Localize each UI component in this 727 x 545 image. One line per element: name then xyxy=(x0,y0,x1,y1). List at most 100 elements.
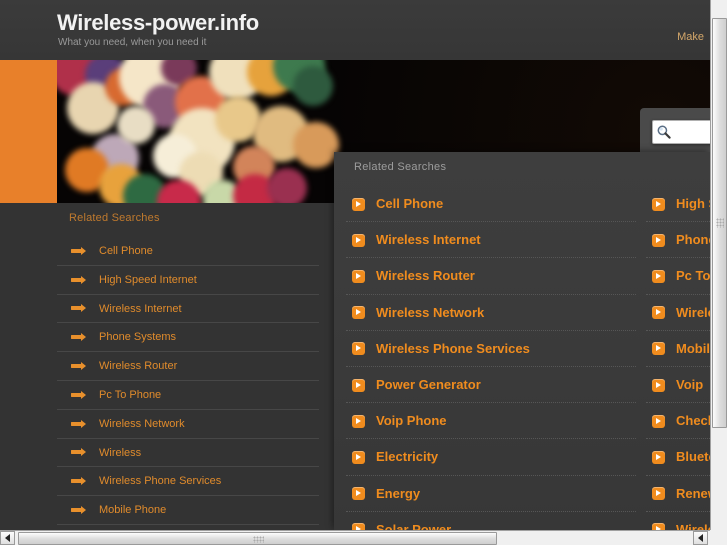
sidebar-item[interactable]: Mobile Phone xyxy=(57,496,319,525)
sidebar-item[interactable]: Phone Systems xyxy=(57,323,319,353)
related-searches-overlay: Related Searches Cell Phone Wireless Inte… xyxy=(334,152,710,530)
sidebar-item-label: High Speed Internet xyxy=(99,273,197,286)
arrow-bullet-icon xyxy=(71,448,86,457)
scrollbar-grip-icon xyxy=(716,218,724,228)
arrow-bullet-icon xyxy=(71,390,86,399)
overlay-search-link[interactable]: Bluetoo xyxy=(646,439,710,476)
overlay-search-link[interactable]: Pc To P xyxy=(646,258,710,295)
overlay-search-label: Checki xyxy=(676,413,710,429)
overlay-search-label: Bluetoo xyxy=(676,449,710,465)
overlay-search-link[interactable]: Voip Phone xyxy=(346,403,636,440)
chevron-right-icon xyxy=(352,523,365,530)
overlay-search-link[interactable]: Checki xyxy=(646,403,710,440)
arrow-bullet-icon xyxy=(71,333,86,342)
overlay-search-label: High Sp xyxy=(676,196,710,211)
overlay-search-link[interactable]: Mobile xyxy=(646,331,710,367)
overlay-search-link[interactable]: Solar Power xyxy=(346,512,636,530)
horizontal-scrollbar[interactable] xyxy=(0,530,727,545)
chevron-right-icon xyxy=(652,487,665,501)
sidebar-item[interactable]: Wireless Internet xyxy=(57,295,319,324)
overlay-search-link[interactable]: Wireles xyxy=(646,295,710,331)
overlay-search-link[interactable]: Renew xyxy=(646,476,710,512)
chevron-right-icon xyxy=(352,342,365,356)
sidebar-item-label: Mobile Phone xyxy=(99,504,167,517)
overlay-search-link[interactable]: Wireless Network xyxy=(346,295,636,331)
overlay-search-label: Voip xyxy=(676,376,704,392)
overlay-search-label: Wireless Internet xyxy=(376,232,481,248)
scroll-left-button[interactable] xyxy=(0,531,15,545)
overlay-search-link[interactable]: Electricity xyxy=(346,439,636,476)
search-icon xyxy=(657,125,671,139)
overlay-search-link[interactable]: Wireless Internet xyxy=(346,222,636,259)
browser-viewport: Wireless-power.info What you need, when … xyxy=(0,0,727,545)
make-homepage-link[interactable]: Make xyxy=(677,31,704,43)
vertical-scrollbar-thumb[interactable] xyxy=(712,18,727,428)
chevron-right-icon xyxy=(652,269,665,283)
overlay-search-label: Power Generator xyxy=(376,376,481,392)
sidebar-related-searches: Related Searches Cell Phone High Speed In… xyxy=(57,212,319,525)
search-box[interactable] xyxy=(652,120,710,144)
overlay-search-label: Renew xyxy=(676,485,710,501)
overlay-search-link[interactable]: Wireless Phone Services xyxy=(346,331,636,367)
overlay-search-link[interactable]: Cell Phone xyxy=(346,186,636,223)
overlay-search-label: Electricity xyxy=(376,449,439,465)
sidebar-item[interactable]: Pc To Phone xyxy=(57,381,319,410)
chevron-right-icon xyxy=(652,523,665,530)
overlay-search-label: Pc To P xyxy=(676,268,710,284)
overlay-search-link[interactable]: High Sp xyxy=(646,186,710,223)
chevron-right-icon xyxy=(352,450,365,464)
overlay-column-left: Cell Phone Wireless Internet Wireless Rout… xyxy=(346,186,636,530)
sidebar-item[interactable]: Wireless Router xyxy=(57,352,319,381)
banner-orange-block xyxy=(0,60,57,203)
sidebar-item[interactable]: High Speed Internet xyxy=(57,266,319,295)
chevron-right-icon xyxy=(352,306,365,320)
overlay-search-label: Wireles xyxy=(676,304,710,320)
vertical-scrollbar[interactable] xyxy=(710,0,727,530)
sidebar-item[interactable]: Wireless Phone Services xyxy=(57,467,319,497)
overlay-search-label: Voip Phone xyxy=(376,413,447,429)
page-title: Wireless-power.info xyxy=(57,10,259,35)
overlay-search-link[interactable]: Wireless Router xyxy=(346,258,636,295)
chevron-right-icon xyxy=(352,197,365,211)
arrow-bullet-icon xyxy=(71,275,86,284)
overlay-search-link[interactable]: Phone xyxy=(646,222,710,259)
overlay-search-label: Wireless Network xyxy=(376,304,485,320)
scrollbar-grip-icon xyxy=(252,536,264,543)
overlay-search-link[interactable]: Power Generator xyxy=(346,367,636,404)
sidebar-list: Cell Phone High Speed Internet Wireless In… xyxy=(57,237,319,525)
arrow-bullet-icon xyxy=(71,506,86,515)
chevron-right-icon xyxy=(352,487,365,501)
chevron-right-icon xyxy=(652,197,665,211)
chevron-right-icon xyxy=(352,233,365,247)
triangle-left-icon xyxy=(4,534,10,542)
overlay-search-label: Wireless Phone Services xyxy=(376,340,530,356)
sidebar-item-label: Wireless Network xyxy=(99,417,185,430)
overlay-search-link[interactable]: Energy xyxy=(346,476,636,512)
overlay-column-right: High Sp Phone Pc To P Wireles Mobile Voip Ch… xyxy=(646,186,710,530)
sidebar-item[interactable]: Wireless Network xyxy=(57,410,319,439)
chevron-right-icon xyxy=(652,306,665,320)
chevron-right-icon xyxy=(352,378,365,392)
overlay-search-label: Wireless Router xyxy=(376,268,475,284)
overlay-heading: Related Searches xyxy=(354,161,447,173)
search-input[interactable] xyxy=(675,126,710,138)
sidebar-item-label: Pc To Phone xyxy=(99,388,162,401)
scroll-left-button-right-pair[interactable] xyxy=(693,531,708,545)
horizontal-scrollbar-thumb[interactable] xyxy=(18,532,497,545)
arrow-bullet-icon xyxy=(71,477,86,486)
sidebar-item-label: Phone Systems xyxy=(99,331,177,344)
sidebar-item[interactable]: Cell Phone xyxy=(57,237,319,266)
page-content: Wireless-power.info What you need, when … xyxy=(0,0,710,530)
sidebar-item[interactable]: Wireless xyxy=(57,439,319,468)
chevron-right-icon xyxy=(352,414,365,428)
sidebar-item-label: Wireless xyxy=(99,446,142,459)
overlay-search-label: Cell Phone xyxy=(376,196,444,211)
overlay-search-link[interactable]: Wireles xyxy=(646,512,710,530)
sidebar-item-label: Wireless Internet xyxy=(99,302,182,315)
overlay-search-label: Solar Power xyxy=(376,521,452,530)
chevron-right-icon xyxy=(652,450,665,464)
overlay-search-link[interactable]: Voip xyxy=(646,367,710,404)
chevron-right-icon xyxy=(652,378,665,392)
chevron-right-icon xyxy=(652,414,665,428)
overlay-search-label: Mobile xyxy=(676,340,710,356)
